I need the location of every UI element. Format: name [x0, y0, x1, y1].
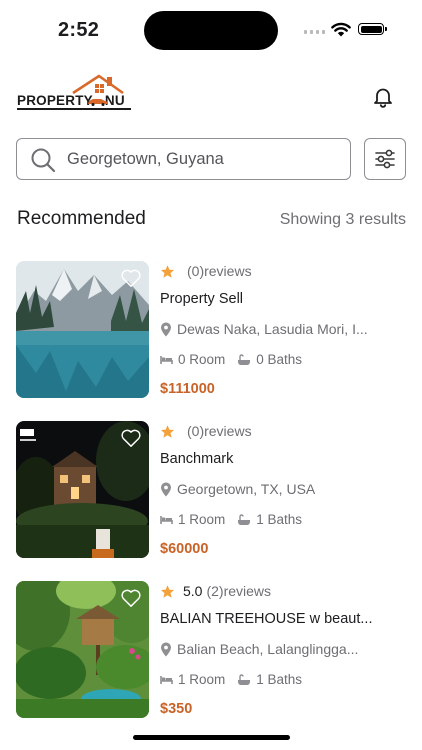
status-time: 2:52	[58, 19, 100, 41]
status-bar: 2:52	[0, 0, 422, 60]
car-logo-icon	[88, 99, 108, 106]
favorite-heart-icon[interactable]	[120, 268, 142, 288]
location-row: Georgetown, TX, USA	[160, 481, 388, 497]
rating-row: 5.0 (2)reviews	[160, 582, 271, 600]
listing-card[interactable]: 5.0 (2)reviews BALIAN TREEHOUSE w beaut.…	[16, 581, 408, 719]
search-input[interactable]	[67, 139, 337, 179]
section-title: Recommended	[17, 208, 146, 229]
battery-icon	[358, 23, 387, 35]
listing-price: $60000	[160, 541, 209, 557]
bathtub-icon	[238, 513, 251, 525]
star-icon	[160, 264, 175, 278]
app-logo: PROPERTY NU	[17, 73, 131, 111]
notification-bell-icon[interactable]	[371, 85, 395, 109]
location-pin-icon	[161, 322, 171, 336]
star-icon	[160, 424, 175, 438]
location-pin-icon	[161, 482, 171, 496]
listing-price: $350	[160, 701, 193, 717]
filter-sliders-icon	[375, 149, 395, 169]
listing-title: Property Sell	[160, 291, 244, 307]
home-indicator[interactable]	[133, 735, 290, 740]
bathtub-icon	[238, 353, 251, 365]
listing-location: Dewas Naka, Lasudia Mori, I...	[177, 321, 368, 337]
listing-price: $111000	[160, 381, 215, 397]
review-count: (0)reviews	[187, 423, 252, 439]
listing-title: BALIAN TREEHOUSE w beaut...	[160, 611, 373, 627]
location-row: Balian Beach, Lalanglingga...	[160, 641, 388, 657]
listing-meta: 1 Room 1 Baths	[160, 672, 302, 687]
listing-photo	[16, 261, 149, 398]
location-pin-icon	[161, 642, 171, 656]
dynamic-island	[144, 11, 278, 50]
listing-location: Balian Beach, Lalanglingga...	[177, 641, 359, 657]
bed-icon	[160, 675, 173, 684]
review-count: (0)reviews	[187, 263, 252, 279]
bathtub-icon	[238, 673, 251, 685]
star-icon	[160, 584, 175, 598]
listing-card[interactable]: (0)reviews Property Sell Dewas Naka, Las…	[16, 261, 408, 399]
listing-location: Georgetown, TX, USA	[177, 481, 316, 497]
bed-icon	[160, 515, 173, 524]
search-icon	[31, 148, 56, 173]
rating-row: (0)reviews	[160, 262, 252, 280]
cellular-signal-icon	[304, 30, 325, 34]
rating-row: (0)reviews	[160, 422, 252, 440]
favorite-heart-icon[interactable]	[120, 588, 142, 608]
bed-icon	[160, 355, 173, 364]
bath-count: 1 Baths	[256, 672, 303, 687]
listing-photo	[16, 581, 149, 718]
room-count: 1 Room	[178, 512, 226, 527]
listing-card[interactable]: (0)reviews Banchmark Georgetown, TX, USA…	[16, 421, 408, 559]
room-count: 0 Room	[178, 352, 226, 367]
room-count: 1 Room	[178, 672, 226, 687]
favorite-heart-icon[interactable]	[120, 428, 142, 448]
house-logo-icon	[72, 74, 124, 95]
listing-photo	[16, 421, 149, 558]
listing-title: Banchmark	[160, 451, 234, 467]
listing-meta: 0 Room 0 Baths	[160, 352, 302, 367]
rating-value: 5.0	[183, 583, 203, 599]
bath-count: 1 Baths	[256, 512, 303, 527]
wifi-icon	[331, 22, 351, 37]
search-bar	[16, 138, 351, 180]
location-row: Dewas Naka, Lasudia Mori, I...	[160, 321, 388, 337]
results-count: Showing 3 results	[279, 211, 406, 228]
listing-meta: 1 Room 1 Baths	[160, 512, 302, 527]
review-count: (2)reviews	[206, 583, 272, 599]
logo-underline	[17, 108, 131, 110]
filter-button[interactable]	[364, 138, 406, 180]
bath-count: 0 Baths	[256, 352, 303, 367]
